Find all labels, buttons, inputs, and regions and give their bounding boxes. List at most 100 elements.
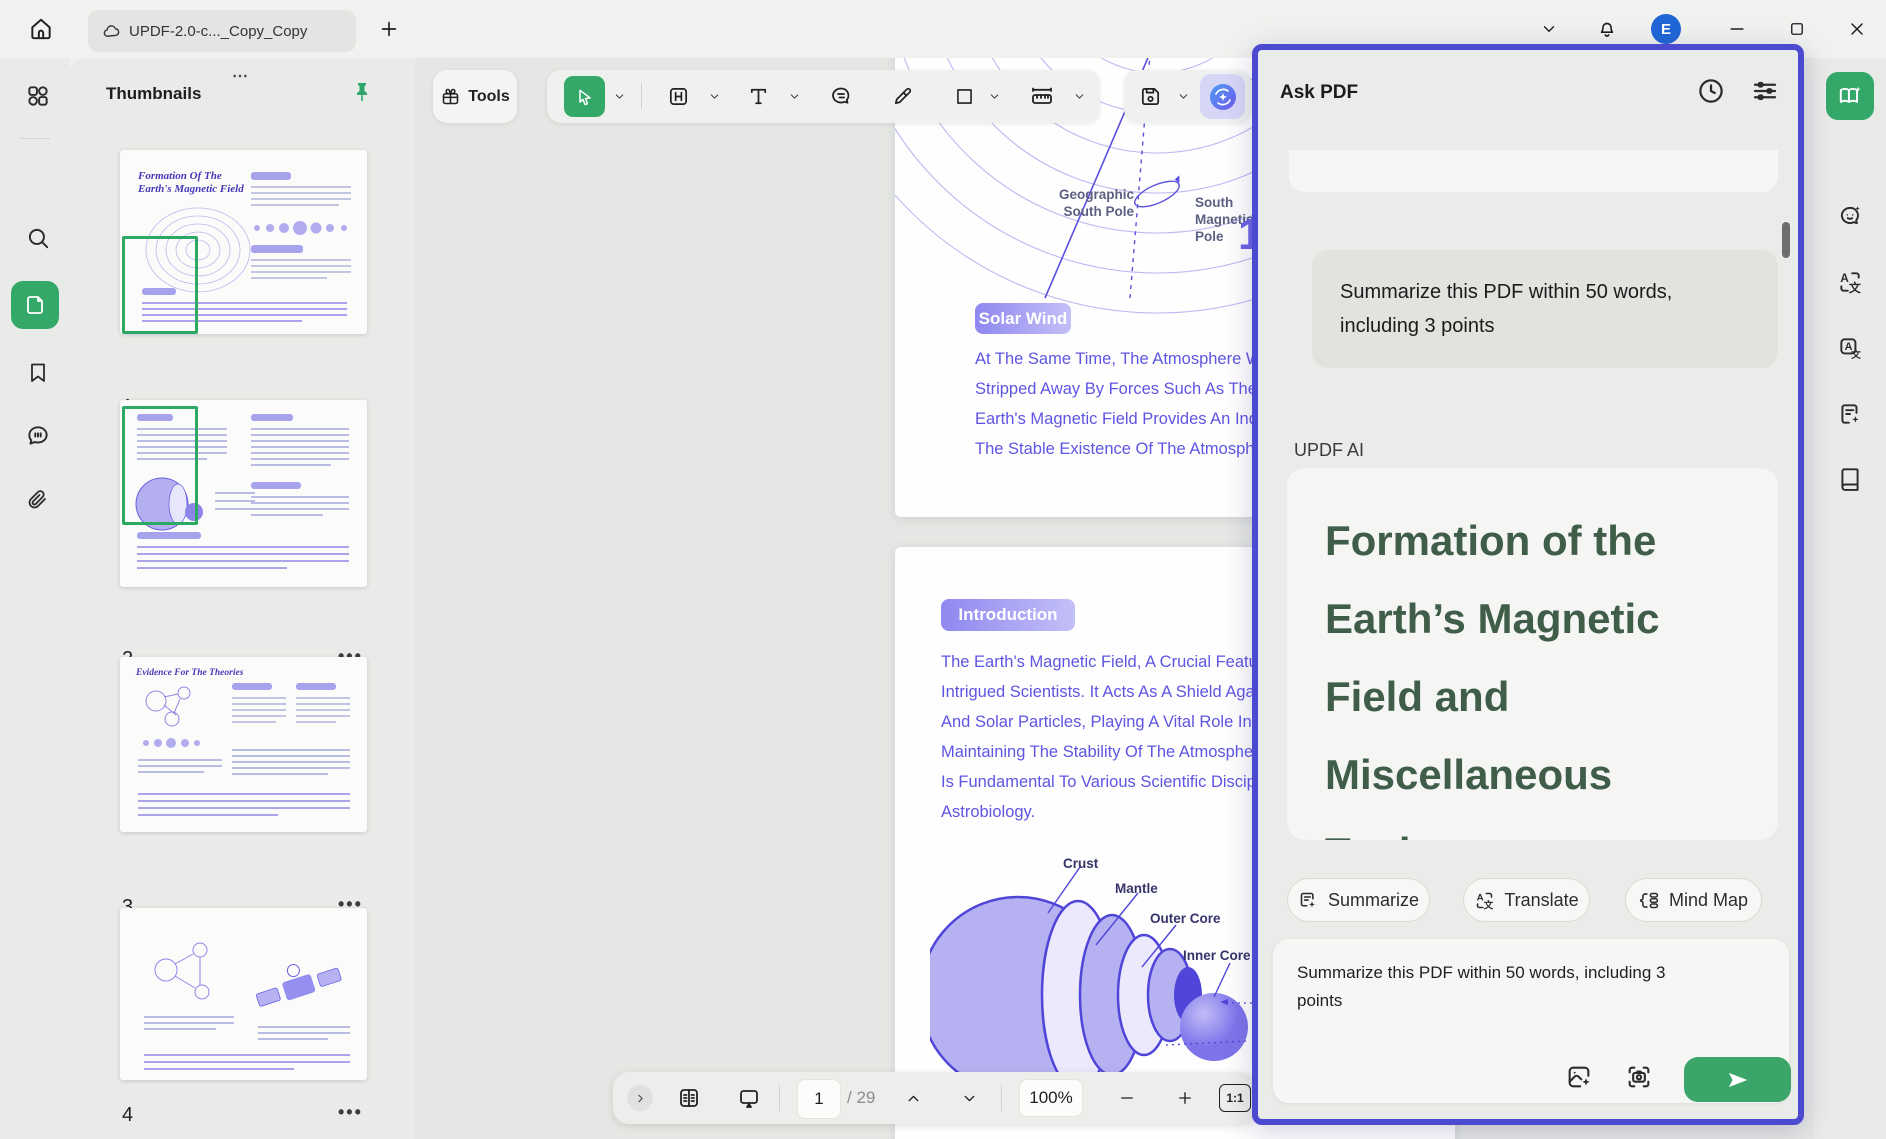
- text-tool-button[interactable]: [740, 78, 776, 114]
- search-icon: [25, 225, 51, 251]
- chat-settings-button[interactable]: [1750, 76, 1780, 106]
- account-avatar[interactable]: E: [1651, 14, 1681, 44]
- rectangle-icon: [954, 86, 975, 107]
- sidebar-item-attachments[interactable]: [14, 476, 62, 524]
- bell-icon: [1596, 18, 1618, 40]
- cloud-icon: [102, 22, 121, 41]
- mind-map-icon: [1639, 890, 1660, 911]
- chat-input[interactable]: Summarize this PDF within 50 words, incl…: [1297, 959, 1697, 1015]
- chat-history-button[interactable]: [1696, 76, 1726, 106]
- sidebar-item-workspace[interactable]: [14, 72, 62, 120]
- solar-wind-badge: Solar Wind: [975, 303, 1071, 334]
- sidebar-item-themes[interactable]: [14, 1126, 62, 1139]
- actual-size-button[interactable]: 1:1: [1219, 1084, 1251, 1112]
- send-button[interactable]: [1684, 1057, 1791, 1102]
- home-button[interactable]: [24, 12, 58, 46]
- translate-action-button[interactable]: A文 Translate: [1463, 878, 1590, 922]
- right-sidebar: A文 A文: [1814, 58, 1886, 1139]
- ai-assistant-button[interactable]: [1200, 74, 1245, 119]
- sidebar-item-ai-chat[interactable]: [1826, 192, 1874, 240]
- translate-box-icon: A文: [1837, 335, 1863, 361]
- select-tool-dropdown[interactable]: [610, 78, 628, 114]
- attach-image-button[interactable]: [1565, 1063, 1593, 1091]
- thumbnail-preview: [120, 657, 367, 832]
- minimize-button[interactable]: [1720, 12, 1754, 46]
- paperclip-icon: [26, 488, 50, 512]
- sidebar-item-bookmarks[interactable]: [14, 348, 62, 396]
- svg-text:A: A: [1477, 892, 1484, 903]
- edit-text-dropdown[interactable]: [705, 78, 723, 114]
- summarize-action-button[interactable]: Summarize: [1287, 878, 1430, 922]
- ai-swirl-icon: [1208, 82, 1238, 112]
- comment-tool-button[interactable]: [823, 78, 859, 114]
- measure-tool-dropdown[interactable]: [1070, 78, 1088, 114]
- summarize-label: Summarize: [1328, 890, 1419, 911]
- window-menu-button[interactable]: [1532, 12, 1566, 46]
- thumbnails-title: Thumbnails: [106, 84, 201, 104]
- presentation-button[interactable]: [731, 1080, 767, 1116]
- pencil-tool-button[interactable]: [884, 78, 920, 114]
- svg-text:A: A: [1840, 271, 1849, 285]
- zoom-in-button[interactable]: [1167, 1080, 1203, 1116]
- presentation-icon: [737, 1086, 761, 1110]
- measure-tool-button[interactable]: [1024, 78, 1060, 114]
- document-tab[interactable]: UPDF-2.0-c..._Copy_Copy: [88, 10, 356, 52]
- sidebar-item-translate[interactable]: A文: [1826, 258, 1874, 306]
- collapse-bar-button[interactable]: [627, 1085, 653, 1111]
- text-tool-dropdown[interactable]: [785, 78, 803, 114]
- pin-button[interactable]: [350, 80, 374, 104]
- thumbnail-4-menu[interactable]: •••: [338, 1102, 363, 1123]
- new-tab-button[interactable]: [372, 12, 406, 46]
- save-dropdown[interactable]: [1174, 78, 1192, 114]
- panel-drag-handle[interactable]: ⋯: [232, 66, 251, 86]
- next-page-button[interactable]: [951, 1080, 987, 1116]
- screenshot-button[interactable]: [1625, 1063, 1653, 1091]
- translate-arrows-icon: A文: [1837, 269, 1863, 295]
- zoom-out-button[interactable]: [1109, 1080, 1145, 1116]
- page-layout-button[interactable]: [671, 1080, 707, 1116]
- shape-tool-button[interactable]: [946, 78, 982, 114]
- ai-response-heading: Formation of the Earth’s Magnetic Field …: [1325, 517, 1660, 840]
- tools-button[interactable]: Tools: [433, 70, 517, 123]
- chevron-up-icon: [905, 1090, 922, 1107]
- mind-map-label: Mind Map: [1669, 890, 1748, 911]
- thumbnail-page-2[interactable]: [120, 400, 367, 587]
- sidebar-item-search[interactable]: [14, 214, 62, 262]
- toolbar-divider: [1001, 1085, 1002, 1111]
- minus-icon: [1118, 1089, 1136, 1107]
- sidebar-item-reader[interactable]: [1826, 454, 1874, 502]
- crust-label: Crust: [1063, 855, 1098, 872]
- sidebar-item-ask-pdf[interactable]: [1826, 72, 1874, 120]
- home-icon: [28, 16, 54, 42]
- summarize-icon: [1298, 890, 1319, 911]
- save-button[interactable]: [1132, 78, 1168, 114]
- shape-tool-dropdown[interactable]: [985, 78, 1003, 114]
- thumbnail-page-1[interactable]: Formation Of The Earth's Magnetic Field: [120, 150, 367, 334]
- sidebar-item-translate-page[interactable]: A文: [1826, 324, 1874, 372]
- ask-pdf-title: Ask PDF: [1280, 82, 1358, 104]
- cursor-icon: [575, 87, 595, 107]
- edit-text-tool-button[interactable]: [660, 78, 696, 114]
- sidebar-item-summarize[interactable]: [1826, 390, 1874, 438]
- document-sparkle-icon: [1837, 401, 1863, 427]
- thumbnail-page-3[interactable]: Evidence For The Theories: [120, 657, 367, 832]
- mind-map-action-button[interactable]: Mind Map: [1625, 878, 1762, 922]
- save-ai-toolbar: [1124, 70, 1251, 123]
- svg-text:文: 文: [1851, 348, 1861, 361]
- zoom-level-control[interactable]: 100%: [1019, 1079, 1083, 1117]
- comment-icon: [25, 423, 51, 449]
- image-sparkle-icon: [1565, 1063, 1593, 1091]
- select-tool-button[interactable]: [564, 76, 605, 117]
- chat-scrollbar-thumb[interactable]: [1782, 222, 1790, 258]
- thumbnail-page-4[interactable]: [120, 908, 367, 1080]
- sidebar-item-thumbnails[interactable]: [11, 281, 59, 329]
- close-button[interactable]: [1840, 12, 1874, 46]
- chevron-down-icon: [961, 1090, 978, 1107]
- pdf-text-line: Intrigued Scientists. It Acts As A Shiel…: [941, 683, 1297, 702]
- sidebar-item-comments[interactable]: [14, 412, 62, 460]
- previous-page-button[interactable]: [895, 1080, 931, 1116]
- page-number-input[interactable]: [797, 1079, 841, 1119]
- page-total-label: / 29: [847, 1088, 875, 1108]
- notifications-button[interactable]: [1590, 12, 1624, 46]
- maximize-button[interactable]: [1780, 12, 1814, 46]
